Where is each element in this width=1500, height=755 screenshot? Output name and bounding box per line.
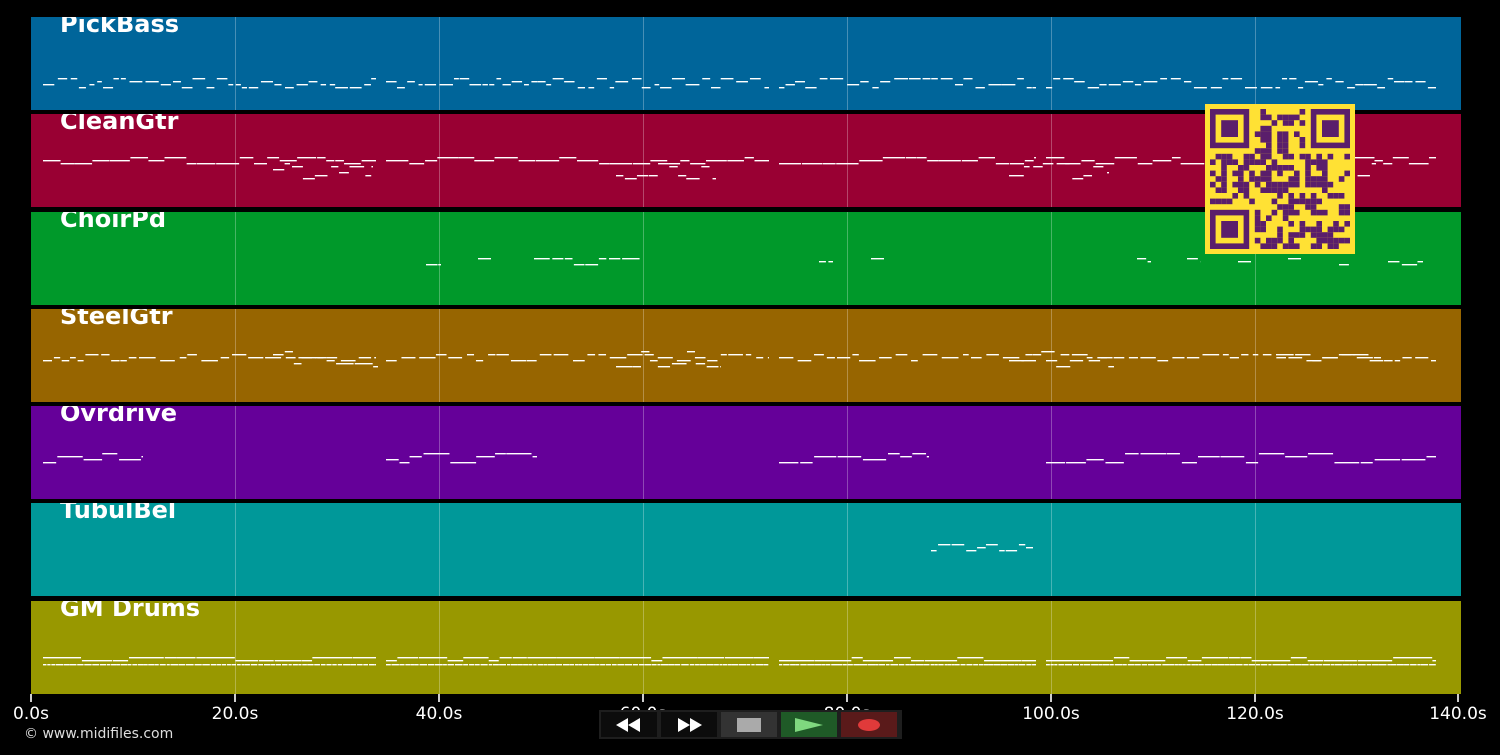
- record-button[interactable]: [841, 712, 897, 737]
- axis-tick-label: 100.0s: [1022, 704, 1080, 724]
- axis-tick-label: 0.0s: [13, 704, 49, 724]
- track-name: Ovrdrive: [60, 406, 178, 427]
- note-roll: [43, 351, 1436, 368]
- axis-tick: [1050, 694, 1052, 702]
- record-icon: [858, 718, 880, 731]
- track-name: PickBass: [60, 17, 180, 38]
- qr-code-icon: [1205, 104, 1355, 254]
- track-lane[interactable]: PickBass: [31, 17, 1461, 110]
- fast-forward-icon: [678, 717, 702, 732]
- note-roll: [43, 657, 1436, 666]
- track-name: CleanGtr: [60, 114, 179, 135]
- stop-button[interactable]: [721, 712, 777, 737]
- track-lane[interactable]: SteelGtr: [31, 309, 1461, 402]
- track-name: GM Drums: [60, 601, 201, 622]
- note-roll: [43, 78, 1436, 89]
- rewind-icon: [616, 717, 640, 732]
- rewind-button[interactable]: [601, 712, 657, 737]
- axis-tick-label: 40.0s: [415, 704, 463, 724]
- stop-icon: [737, 717, 761, 732]
- note-roll: [931, 544, 1033, 552]
- track-lane[interactable]: TubulBel: [31, 503, 1461, 596]
- axis-tick: [234, 694, 236, 702]
- transport-controls: [599, 710, 902, 739]
- note-roll: [43, 453, 1436, 464]
- track-lane[interactable]: Ovrdrive: [31, 406, 1461, 499]
- copyright-notice: © www.midifiles.com: [24, 726, 174, 742]
- play-button[interactable]: [781, 712, 837, 737]
- track-name: SteelGtr: [60, 309, 173, 330]
- axis-tick-label: 20.0s: [211, 704, 259, 724]
- axis-tick: [1254, 694, 1256, 702]
- play-icon: [795, 717, 823, 732]
- axis-tick-label: 140.0s: [1429, 704, 1487, 724]
- track-lane[interactable]: GM Drums: [31, 601, 1461, 694]
- axis-tick: [642, 694, 644, 702]
- axis-tick: [1457, 694, 1459, 702]
- axis-tick: [846, 694, 848, 702]
- fast-forward-button[interactable]: [661, 712, 717, 737]
- track-name: TubulBel: [60, 503, 177, 524]
- axis-tick: [438, 694, 440, 702]
- axis-tick-label: 120.0s: [1226, 704, 1284, 724]
- axis-tick: [30, 694, 32, 702]
- track-name: ChoirPd: [60, 212, 167, 233]
